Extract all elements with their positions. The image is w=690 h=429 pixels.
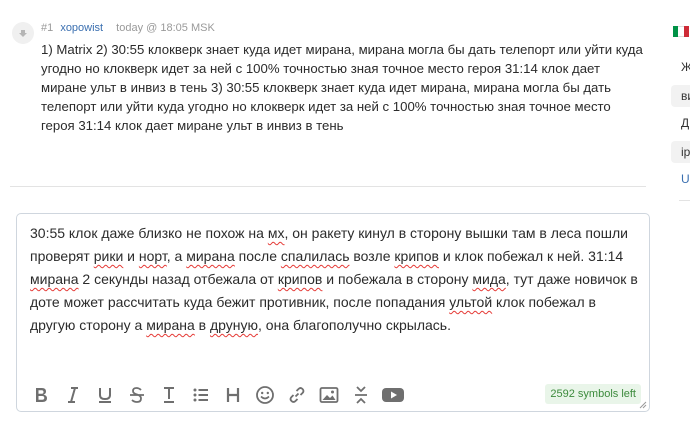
editor-text-segment: и побежала в сторону — [322, 271, 473, 287]
misspelled-word: норт — [138, 248, 167, 264]
youtube-icon — [382, 388, 404, 402]
emoji-button[interactable] — [249, 381, 281, 409]
collapse-icon — [355, 386, 367, 404]
image-button[interactable] — [313, 381, 345, 409]
editor-text-segment: 2 секунды назад отбежала от — [78, 271, 278, 287]
misspelled-word: крипов — [277, 271, 323, 287]
bold-icon — [36, 388, 47, 402]
youtube-button[interactable] — [377, 381, 409, 409]
sidebar-divider — [679, 200, 690, 201]
divider — [10, 186, 646, 187]
smiley-icon — [256, 386, 274, 404]
list-button[interactable] — [185, 381, 217, 409]
sidebar-item-3[interactable]: ip — [671, 141, 690, 163]
editor-text-segment: возле — [349, 248, 395, 264]
editor-text-segment: 30:55 клок даже близко не похож на — [30, 225, 268, 241]
underline-button[interactable] — [89, 381, 121, 409]
collapse-button[interactable] — [345, 381, 377, 409]
symbols-left-counter: 2592 symbols left — [545, 384, 641, 404]
vote-button[interactable] — [12, 22, 34, 44]
editor-text-segment: , а — [166, 248, 187, 264]
sidebar-item-0[interactable]: Ж — [681, 60, 690, 74]
italy-flag-icon[interactable] — [673, 26, 689, 37]
misspelled-word: мирана — [30, 271, 79, 287]
heading-icon — [226, 388, 240, 402]
sidebar-item-4[interactable]: U — [681, 172, 690, 186]
misspelled-word: мирана — [146, 317, 195, 333]
editor-text-segment: в — [194, 317, 210, 333]
misspelled-word: ультой — [449, 294, 493, 310]
list-icon — [193, 388, 208, 402]
sidebar-item-1[interactable]: ви — [671, 85, 690, 107]
link-icon — [289, 387, 305, 403]
misspelled-word: рики — [93, 248, 124, 264]
italic-button[interactable] — [57, 381, 89, 409]
text-height-icon — [164, 387, 174, 403]
editor-text[interactable]: 30:55 клок даже близко не похож на мх , о… — [30, 222, 638, 337]
comment-timestamp: today @ 18:05 MSK — [116, 22, 215, 34]
link-button[interactable] — [281, 381, 313, 409]
sidebar-item-2[interactable]: Д — [681, 116, 689, 130]
misspelled-word: мх — [267, 225, 285, 241]
image-icon — [319, 387, 339, 403]
comment-editor[interactable]: 30:55 клок даже близко не похож на мх , о… — [16, 213, 650, 412]
bold-button[interactable] — [25, 381, 57, 409]
editor-text-segment: и клок побежал к ней. 31:14 — [438, 248, 624, 264]
misspelled-word: мида — [472, 271, 506, 287]
resize-handle-icon[interactable] — [639, 401, 647, 409]
strikethrough-icon — [130, 387, 144, 403]
misspelled-word: мирана — [186, 248, 235, 264]
editor-text-segment: и — [123, 248, 139, 264]
strikethrough-button[interactable] — [121, 381, 153, 409]
editor-text-segment: , она благополучно скрылась. — [258, 317, 451, 333]
misspelled-word: друную — [209, 317, 259, 333]
comment-number[interactable]: #1 — [41, 22, 53, 34]
heading-button[interactable] — [217, 381, 249, 409]
underline-icon — [99, 388, 111, 403]
misspelled-word: спалилась — [280, 248, 350, 264]
comment-author[interactable]: xopowist — [60, 22, 103, 34]
right-sidebar: Ж ви Д ip U — [671, 0, 690, 429]
comment-meta: #1 xopowist today @ 18:05 MSK — [41, 22, 215, 34]
editor-toolbar: 2592 symbols left — [17, 379, 649, 411]
misspelled-word: крипов — [394, 248, 439, 264]
text-height-button[interactable] — [153, 381, 185, 409]
editor-text-segment: после — [234, 248, 281, 264]
italic-icon — [68, 387, 78, 403]
chevron-down-icon — [19, 30, 27, 37]
comment-body: 1) Matrix 2) 30:55 клокверк знает куда и… — [41, 42, 643, 133]
